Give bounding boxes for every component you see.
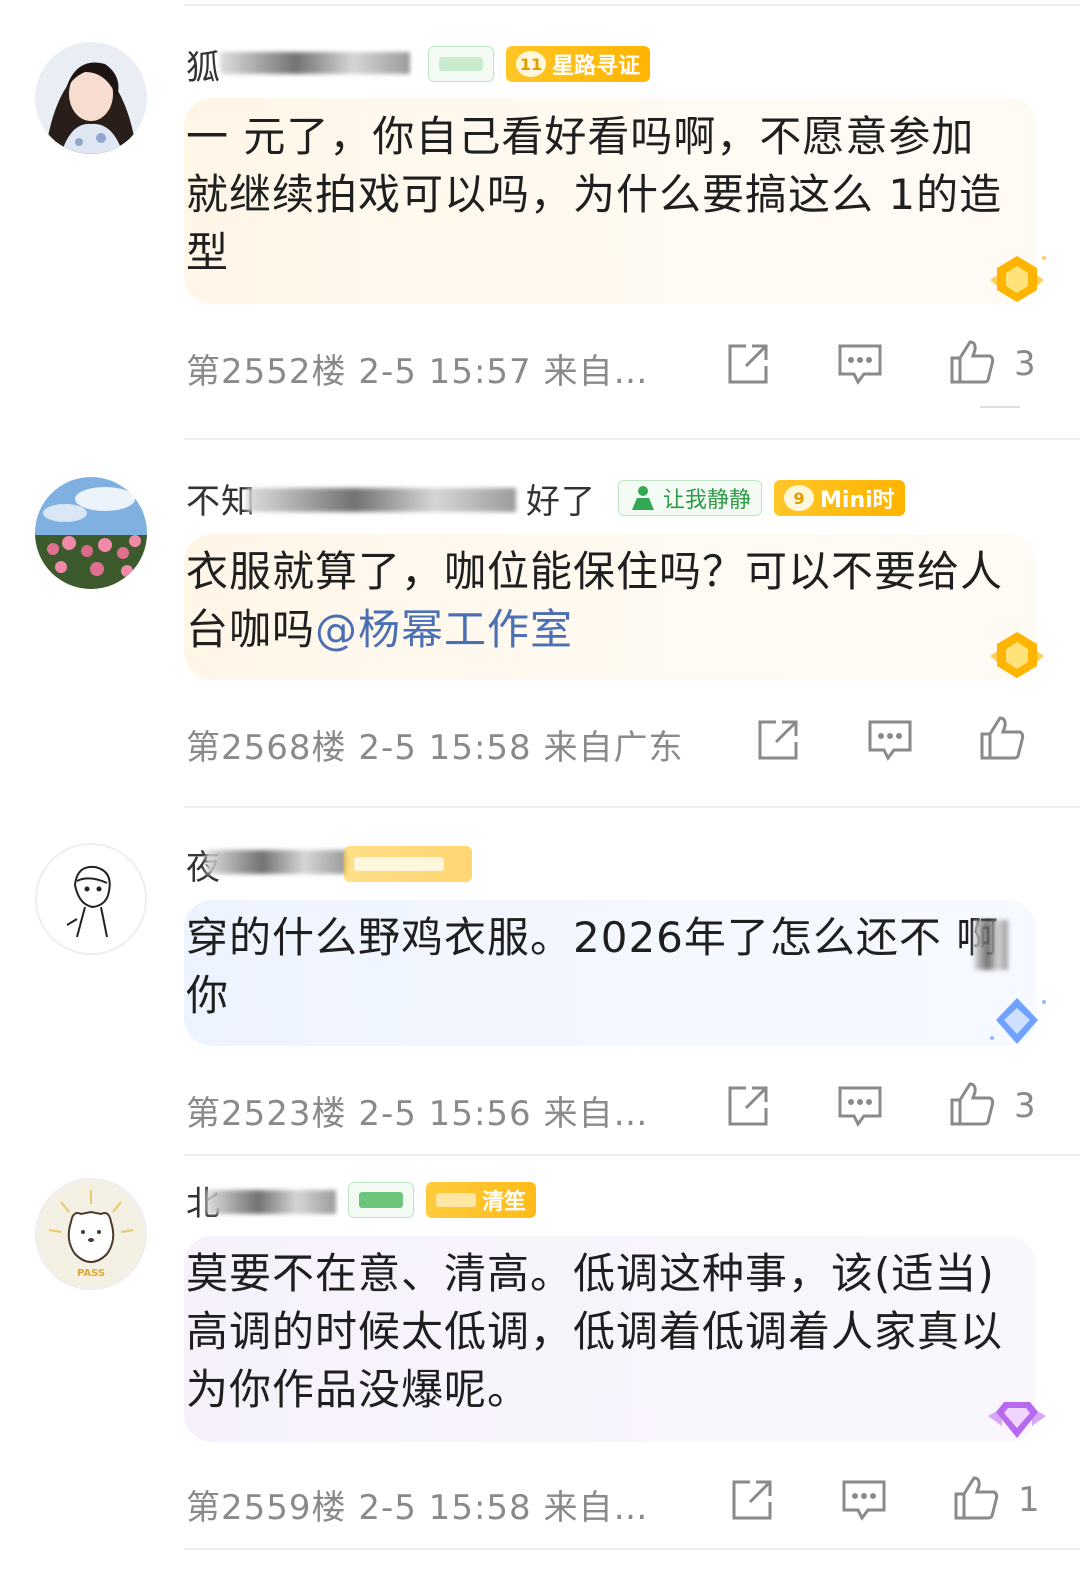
thumbs-up-icon[interactable] xyxy=(948,338,996,386)
comment-source: 来自… xyxy=(543,352,649,392)
user-badge[interactable]: 让我静静 xyxy=(618,480,763,516)
comment-source: 来自… xyxy=(543,1488,649,1528)
blue-medal-icon xyxy=(990,998,1046,1044)
level-badge[interactable]: 清笙 xyxy=(426,1182,537,1218)
user-badge[interactable] xyxy=(348,1182,414,1218)
comment-body: 衣服就算了，咖位能保住吗？可以不要给人台咖吗 xyxy=(186,547,1004,654)
scroll-indicator xyxy=(980,406,1020,408)
comment-meta: 第2559楼 2-5 15:58 来自… xyxy=(186,1480,648,1529)
floor-number: 第2568楼 xyxy=(186,728,347,768)
comment-text: 衣服就算了，咖位能保住吗？可以不要给人台咖吗@杨幂工作室 xyxy=(186,543,1016,659)
user-badge[interactable] xyxy=(428,46,494,82)
comment-meta: 第2523楼 2-5 15:56 来自… xyxy=(186,1086,648,1135)
level-badge[interactable]: 9 Mini时 xyxy=(774,480,905,516)
avatar[interactable] xyxy=(35,42,147,154)
floor-number: 第2523楼 xyxy=(186,1094,347,1134)
mention-link[interactable]: @杨幂工作室 xyxy=(315,605,573,654)
comment-time: 2-5 15:57 xyxy=(358,352,532,392)
comment-divider xyxy=(184,438,1080,440)
avatar[interactable] xyxy=(35,843,147,955)
diamond-icon: 9 xyxy=(784,485,815,511)
comment-time: 2-5 15:56 xyxy=(358,1094,532,1134)
level-badge[interactable]: 11 星路寻证 xyxy=(506,46,651,82)
like-count: 3 xyxy=(1014,344,1036,384)
like-count: 1 xyxy=(1018,1480,1040,1520)
comment-divider xyxy=(184,806,1080,808)
user-row: 夜 xyxy=(186,840,472,889)
redaction xyxy=(974,920,1008,970)
comment-icon[interactable] xyxy=(866,716,914,764)
comment-source: 来自广东 xyxy=(543,728,684,768)
share-icon[interactable] xyxy=(728,1476,776,1524)
badge-label: 让我静静 xyxy=(663,488,752,513)
avatar[interactable] xyxy=(35,477,147,589)
comment-icon[interactable] xyxy=(836,340,884,388)
floor-number: 第2552楼 xyxy=(186,352,347,392)
diamond-icon: 11 xyxy=(516,51,546,77)
user-row: 北 清笙 xyxy=(186,1176,537,1225)
share-icon[interactable] xyxy=(724,340,772,388)
person-icon xyxy=(632,486,654,510)
comment-time: 2-5 15:58 xyxy=(358,728,532,768)
username[interactable]: 狐 xyxy=(186,40,416,89)
badge-label: Mini时 xyxy=(820,488,895,513)
purple-medal-icon xyxy=(988,1402,1046,1438)
comment-icon[interactable] xyxy=(836,1082,884,1130)
username[interactable]: 不知 好了 xyxy=(186,474,606,523)
badge-label: 星路寻证 xyxy=(552,54,641,79)
thumbs-up-icon[interactable] xyxy=(948,1080,996,1128)
thumbs-up-icon[interactable] xyxy=(952,1474,1000,1522)
avatar[interactable]: PASS xyxy=(35,1178,147,1290)
thumbs-up-icon[interactable] xyxy=(978,714,1026,762)
username[interactable]: 北 xyxy=(186,1176,336,1225)
comment-source: 来自… xyxy=(543,1094,649,1134)
comment-text: 莫要不在意、清高。低调这种事，该(适当)高调的时候太低调，低调着低调着人家真以为… xyxy=(186,1249,1004,1414)
comment-icon[interactable] xyxy=(840,1476,888,1524)
gold-medal-icon xyxy=(990,256,1046,302)
comment-meta: 第2552楼 2-5 15:57 来自… xyxy=(186,344,648,393)
user-row: 不知 好了 让我静静 9 Mini时 xyxy=(186,474,905,523)
top-divider xyxy=(184,4,1080,6)
floor-number: 第2559楼 xyxy=(186,1488,347,1528)
user-row: 狐 11 星路寻证 xyxy=(186,40,651,89)
level-badge[interactable] xyxy=(344,846,472,882)
comment-divider xyxy=(184,1154,1080,1156)
comment-time: 2-5 15:58 xyxy=(358,1488,532,1528)
comment-divider xyxy=(184,1548,1080,1550)
comment-text: 穿的什么野鸡衣服。2026年了怎么还不 啊你 xyxy=(186,913,1000,1020)
badge-label: 清笙 xyxy=(482,1190,527,1215)
share-icon[interactable] xyxy=(724,1082,772,1130)
comment-text: 一 元了，你自己看好看吗啊，不愿意参加就继续拍戏可以吗，为什么要搞这么 1的造型 xyxy=(186,112,1003,277)
like-count: 3 xyxy=(1014,1086,1036,1126)
comment-meta: 第2568楼 2-5 15:58 来自广东 xyxy=(186,720,683,769)
username[interactable]: 夜 xyxy=(186,840,346,889)
share-icon[interactable] xyxy=(754,716,802,764)
svg-text:PASS: PASS xyxy=(77,1268,105,1279)
gold-medal-icon xyxy=(990,632,1044,678)
